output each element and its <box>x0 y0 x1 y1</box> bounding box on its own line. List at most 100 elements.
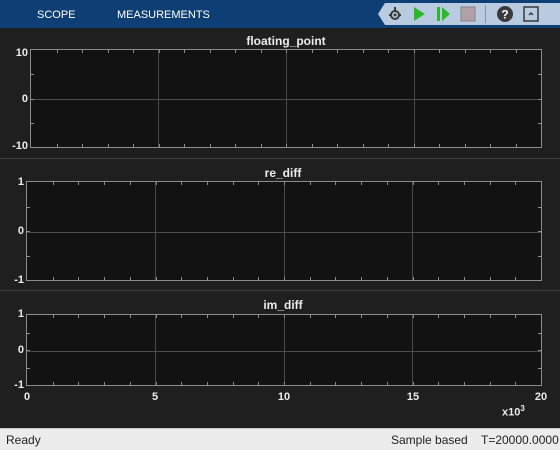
toolbar-panel: ? <box>378 3 560 25</box>
plot-divider[interactable] <box>0 158 560 159</box>
tick-mark <box>104 315 105 318</box>
tick-mark <box>78 315 79 318</box>
tick-mark <box>516 144 517 147</box>
ytick-label: -1 <box>14 379 24 391</box>
tick-mark <box>310 382 311 385</box>
tick-mark <box>258 315 259 318</box>
expand-icon[interactable] <box>522 5 540 23</box>
tick-mark <box>130 277 131 280</box>
tick-mark <box>538 99 541 100</box>
tick-mark <box>413 382 414 385</box>
tick-mark <box>104 277 105 280</box>
tick-mark <box>233 315 234 318</box>
tick-mark <box>538 368 541 369</box>
tick-mark <box>312 50 313 53</box>
ytick-label: 0 <box>17 344 24 356</box>
tick-mark <box>465 144 466 147</box>
stop-icon[interactable] <box>459 5 477 23</box>
tick-mark <box>388 50 389 53</box>
tick-mark <box>538 350 541 351</box>
status-bar: Ready Sample based T=20000.0000 <box>0 428 560 450</box>
toolstrip: SCOPE MEASUREMENTS ? <box>0 0 560 28</box>
tick-mark <box>335 182 336 185</box>
ytick-label: -10 <box>12 140 28 152</box>
tick-mark <box>104 182 105 185</box>
tick-mark <box>538 333 541 334</box>
plot-title-re-diff: re_diff <box>264 166 302 180</box>
tick-mark <box>516 50 517 53</box>
xtick-label: 15 <box>406 391 420 403</box>
tick-mark <box>413 182 414 185</box>
help-icon[interactable]: ? <box>496 5 514 23</box>
tick-mark <box>361 315 362 318</box>
tick-mark <box>310 182 311 185</box>
tick-mark <box>233 182 234 185</box>
tick-mark <box>439 144 440 147</box>
tick-mark <box>159 144 160 147</box>
run-icon[interactable] <box>410 5 428 23</box>
tick-mark <box>108 144 109 147</box>
tick-mark <box>233 382 234 385</box>
plot-divider[interactable] <box>0 290 560 291</box>
tick-mark <box>133 50 134 53</box>
tick-mark <box>156 277 157 280</box>
tab-scope[interactable]: SCOPE <box>37 0 76 28</box>
tick-mark <box>464 182 465 185</box>
tick-mark <box>465 50 466 53</box>
tick-mark <box>181 182 182 185</box>
tick-mark <box>207 382 208 385</box>
plot-axes-im-diff[interactable] <box>26 314 542 386</box>
tick-mark <box>310 277 311 280</box>
tick-mark <box>438 382 439 385</box>
tick-mark <box>490 50 491 53</box>
tick-mark <box>261 144 262 147</box>
tick-mark <box>464 315 465 318</box>
tab-measurements[interactable]: MEASUREMENTS <box>117 0 210 28</box>
tick-mark <box>82 144 83 147</box>
tick-mark <box>207 182 208 185</box>
xtick-label: 20 <box>534 391 548 403</box>
tick-mark <box>387 277 388 280</box>
tick-mark <box>235 50 236 53</box>
tick-mark <box>130 182 131 185</box>
tick-mark <box>413 277 414 280</box>
tick-mark <box>108 50 109 53</box>
tick-mark <box>156 315 157 318</box>
tick-mark <box>413 315 414 318</box>
tick-mark <box>438 182 439 185</box>
tick-mark <box>515 182 516 185</box>
tick-mark <box>57 50 58 53</box>
tick-mark <box>133 144 134 147</box>
tick-mark <box>464 382 465 385</box>
tick-mark <box>258 382 259 385</box>
plot-axes-floating-point[interactable] <box>30 49 542 148</box>
tick-mark <box>363 144 364 147</box>
ytick-label: 1 <box>17 176 24 188</box>
ytick-label: -1 <box>14 274 24 286</box>
tick-mark <box>335 277 336 280</box>
tick-mark <box>515 277 516 280</box>
ytick-label: 0 <box>17 225 24 237</box>
tick-mark <box>53 182 54 185</box>
ytick-label: 0 <box>21 93 28 105</box>
plot-title-floating-point: floating_point <box>246 34 326 48</box>
tick-mark <box>57 144 58 147</box>
plot-axes-re-diff[interactable] <box>26 181 542 281</box>
tick-mark <box>414 144 415 147</box>
tick-mark <box>538 123 541 124</box>
tick-mark <box>181 277 182 280</box>
tick-mark <box>414 50 415 53</box>
tick-mark <box>233 277 234 280</box>
tick-mark <box>538 74 541 75</box>
status-ready: Ready <box>6 433 41 447</box>
tick-mark <box>438 277 439 280</box>
tick-mark <box>337 144 338 147</box>
status-time: T=20000.0000 <box>481 433 559 447</box>
settings-icon[interactable] <box>386 5 404 23</box>
tick-mark <box>286 50 287 53</box>
tick-mark <box>515 315 516 318</box>
step-forward-icon[interactable] <box>434 5 452 23</box>
tick-mark <box>538 231 541 232</box>
ytick-label: 1 <box>17 308 24 320</box>
tick-mark <box>235 144 236 147</box>
